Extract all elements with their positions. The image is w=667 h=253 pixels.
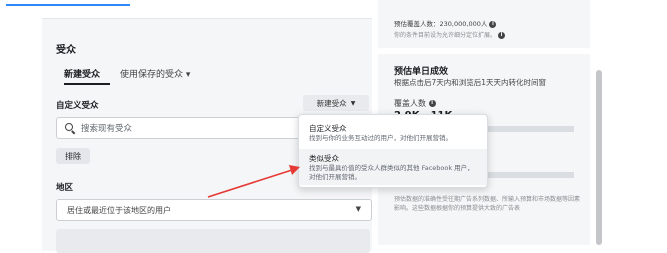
tab-new-audience[interactable]: 新建受众 [64,67,100,80]
dropdown-item-custom-audience[interactable]: 自定义受众 找到与你的业务互动过的用户，对他们开展营销。 [299,119,487,147]
top-link-underline [6,4,130,6]
exclude-button[interactable]: 排除 [56,148,90,164]
info-icon[interactable]: i [489,20,497,28]
audience-search-input[interactable]: 搜索现有受众 [56,117,320,139]
dropdown-item-title: 类似受众 [309,154,339,163]
reach-note-text: 你的条件目前设为允许细分定位扩展。 [394,32,497,39]
caret-down-icon: ▼ [355,205,361,213]
location-field[interactable] [56,229,370,253]
create-audience-button[interactable]: 新建受众 ▼ [303,95,369,111]
daily-results-subtitle: 根据点击后7天内和浏览后1天天内转化时间窗 [394,78,547,87]
daily-results-title: 预估单日成效 [394,67,449,77]
create-audience-button-label: 新建受众 [316,98,347,108]
dropdown-item-lookalike-audience[interactable]: 类似受众 找到与最具价值的受众人群类似的其他 Facebook 用户，对他们开展… [299,149,487,185]
reach-note: 你的条件目前设为允许细分定位扩展。 i [394,30,505,39]
estimated-reach: 预估覆盖人数：230,000,000人 i [394,18,497,28]
caret-down-icon: ▼ [350,99,356,107]
search-icon [65,123,75,133]
panel-divider [378,48,590,54]
active-tab-underline [64,83,110,85]
search-placeholder: 搜索现有受众 [81,124,133,134]
custom-audience-label: 自定义受众 [56,101,99,111]
reach-metric-label: 覆盖人数 [394,99,426,108]
estimated-reach-text: 预估覆盖人数：230,000,000人 [394,20,488,28]
reach-metric: 覆盖人数 i [394,98,436,109]
dropdown-item-description: 找到与最具价值的受众人群类似的其他 Facebook 用户，对他们开展营销。 [309,164,474,181]
dropdown-item-title: 自定义受众 [309,124,347,133]
create-audience-dropdown: 自定义受众 找到与你的业务互动过的用户，对他们开展营销。 类似受众 找到与最具价… [298,114,488,188]
region-select-value: 居住或最近位于该地区的用户 [67,205,171,215]
estimate-disclaimer: 预估数据的准确性受往期广告系列数据、所输入预算和市场数据等因素影响。这些数据根据… [394,196,581,212]
region-select[interactable]: 居住或最近位于该地区的用户 ▼ [56,199,372,221]
info-icon[interactable]: i [497,32,505,39]
info-icon[interactable]: i [428,100,436,107]
audience-section-title: 受众 [56,45,76,56]
region-label: 地区 [56,183,74,193]
scrollbar[interactable] [596,70,602,245]
dropdown-item-description: 找到与你的业务互动过的用户，对他们开展营销。 [309,134,452,142]
tab-saved-audience[interactable]: 使用保存的受众 ▾ [120,67,190,80]
estimate-range-bar [478,172,574,178]
